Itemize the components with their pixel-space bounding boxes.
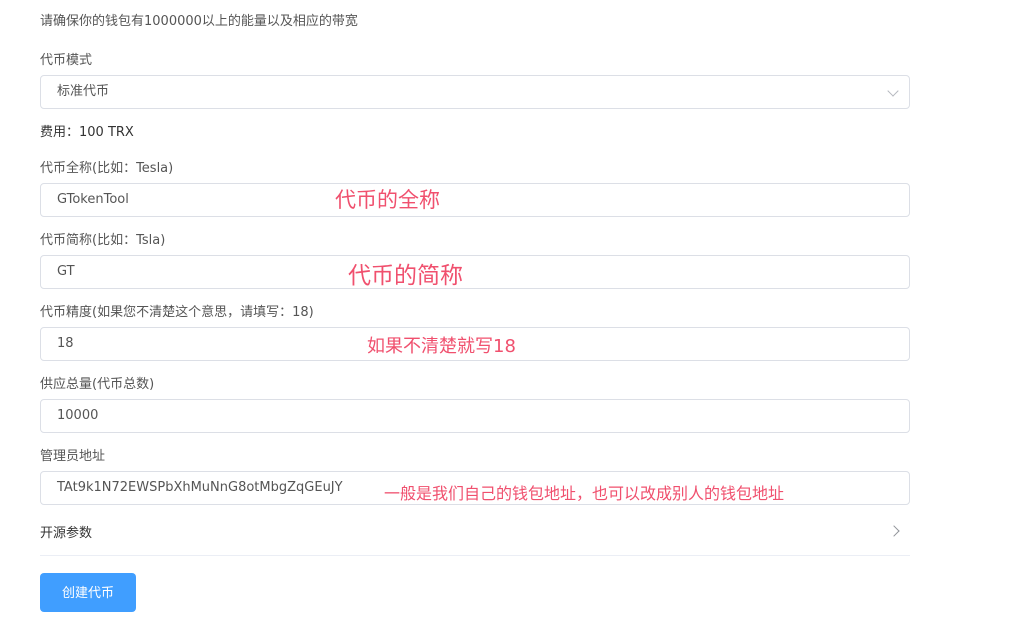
full-name-label: 代币全称(比如：Tesla): [40, 161, 174, 176]
full-name-input[interactable]: GTokenTool: [40, 183, 910, 217]
wallet-notice: 请确保你的钱包有1000000以上的能量以及相应的带宽: [40, 14, 358, 29]
chevron-right-icon: [888, 525, 900, 537]
symbol-annotation: 代币的简称: [348, 263, 463, 289]
supply-value: 10000: [57, 408, 99, 423]
open-source-params-toggle[interactable]: 开源参数: [40, 514, 910, 556]
token-mode-select[interactable]: 标准代币: [40, 75, 910, 109]
open-source-params-label: 开源参数: [40, 526, 93, 541]
symbol-value: GT: [57, 264, 75, 279]
supply-label: 供应总量(代币总数): [40, 377, 155, 392]
symbol-label: 代币简称(比如：Tsla): [40, 233, 166, 248]
supply-input[interactable]: 10000: [40, 399, 910, 433]
chevron-down-icon: [887, 85, 899, 97]
full-name-value: GTokenTool: [57, 192, 129, 207]
create-token-button[interactable]: 创建代币: [40, 573, 136, 612]
decimals-annotation: 如果不清楚就写18: [367, 336, 516, 357]
owner-address-value: TAt9k1N72EWSPbXhMuNnG8otMbgZqGEuJY: [57, 480, 343, 495]
owner-annotation: 一般是我们自己的钱包地址，也可以改成别人的钱包地址: [384, 484, 785, 503]
symbol-input[interactable]: GT: [40, 255, 910, 289]
fee-text: 费用：100 TRX: [40, 125, 134, 140]
full-name-annotation: 代币的全称: [335, 188, 440, 212]
token-mode-label: 代币模式: [40, 53, 93, 68]
decimals-value: 18: [57, 336, 74, 351]
decimals-label: 代币精度(如果您不清楚这个意思，请填写：18): [40, 305, 314, 320]
token-mode-value: 标准代币: [57, 84, 110, 99]
owner-label: 管理员地址: [40, 449, 106, 464]
